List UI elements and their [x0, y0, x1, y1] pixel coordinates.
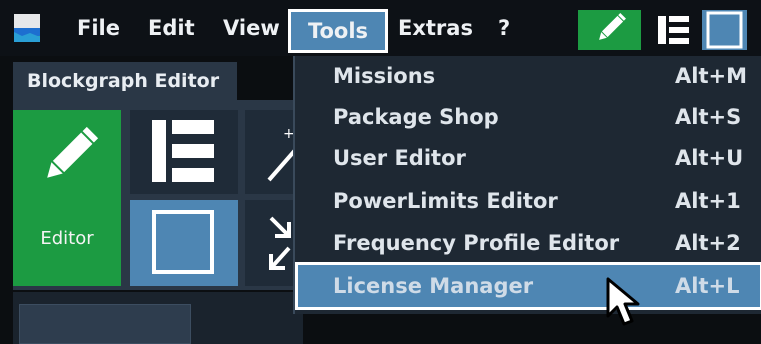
- editor-tile-label: Editor: [40, 228, 94, 249]
- list-tile-button[interactable]: [130, 110, 238, 194]
- menu-item-shortcut: Alt+U: [675, 146, 744, 170]
- menu-item-label: Missions: [333, 64, 436, 88]
- menu-item-user-editor[interactable]: User Editor Alt+U: [295, 138, 761, 179]
- menu-help[interactable]: ?: [498, 0, 510, 56]
- menu-item-license-manager[interactable]: License Manager Alt+L: [295, 262, 761, 310]
- menu-item-label: Package Shop: [333, 105, 499, 129]
- menu-extras[interactable]: Extras: [398, 0, 473, 56]
- block-icon: [706, 11, 743, 49]
- menu-item-label: Frequency Profile Editor: [333, 231, 620, 255]
- menu-item-label: User Editor: [333, 146, 466, 170]
- list-icon: [658, 16, 689, 44]
- menu-item-powerlimits-editor[interactable]: PowerLimits Editor Alt+1: [295, 181, 761, 222]
- menu-item-label: PowerLimits Editor: [333, 189, 558, 213]
- menu-item-frequency-profile-editor[interactable]: Frequency Profile Editor Alt+2: [295, 223, 761, 264]
- editor-tile-button[interactable]: Editor: [13, 110, 121, 286]
- menu-edit[interactable]: Edit: [148, 0, 195, 56]
- menu-item-package-shop[interactable]: Package Shop Alt+S: [295, 97, 761, 138]
- menu-bar: File Edit View Tools Extras ?: [0, 0, 761, 56]
- menu-item-missions[interactable]: Missions Alt+M: [295, 56, 761, 97]
- blockgraph-editor-tab[interactable]: Blockgraph Editor: [13, 62, 237, 100]
- toolbar-editor-button[interactable]: [578, 10, 641, 50]
- toolbar-list-button[interactable]: [652, 10, 696, 50]
- tools-dropdown-menu: Missions Alt+M Package Shop Alt+S User E…: [293, 56, 761, 314]
- menu-item-shortcut: Alt+M: [675, 64, 747, 88]
- menu-view[interactable]: View: [223, 0, 280, 56]
- menu-file[interactable]: File: [77, 0, 120, 56]
- menu-item-shortcut: Alt+1: [675, 189, 741, 213]
- toolbar-block-button[interactable]: [702, 10, 747, 50]
- menu-item-label: License Manager: [333, 274, 534, 298]
- block-tile-button[interactable]: [130, 200, 238, 286]
- menu-item-shortcut: Alt+L: [675, 274, 740, 298]
- pencil-icon: [47, 126, 99, 178]
- menu-item-shortcut: Alt+2: [675, 231, 741, 255]
- menu-item-shortcut: Alt+S: [675, 105, 742, 129]
- list-icon: [152, 120, 214, 182]
- pencil-icon: [599, 13, 626, 40]
- mouse-pointer-icon: [606, 277, 640, 326]
- block-icon: [152, 210, 214, 274]
- app-logo-icon[interactable]: [12, 10, 42, 46]
- panel-bottom-box[interactable]: [19, 304, 191, 344]
- menu-tools[interactable]: Tools: [288, 9, 388, 53]
